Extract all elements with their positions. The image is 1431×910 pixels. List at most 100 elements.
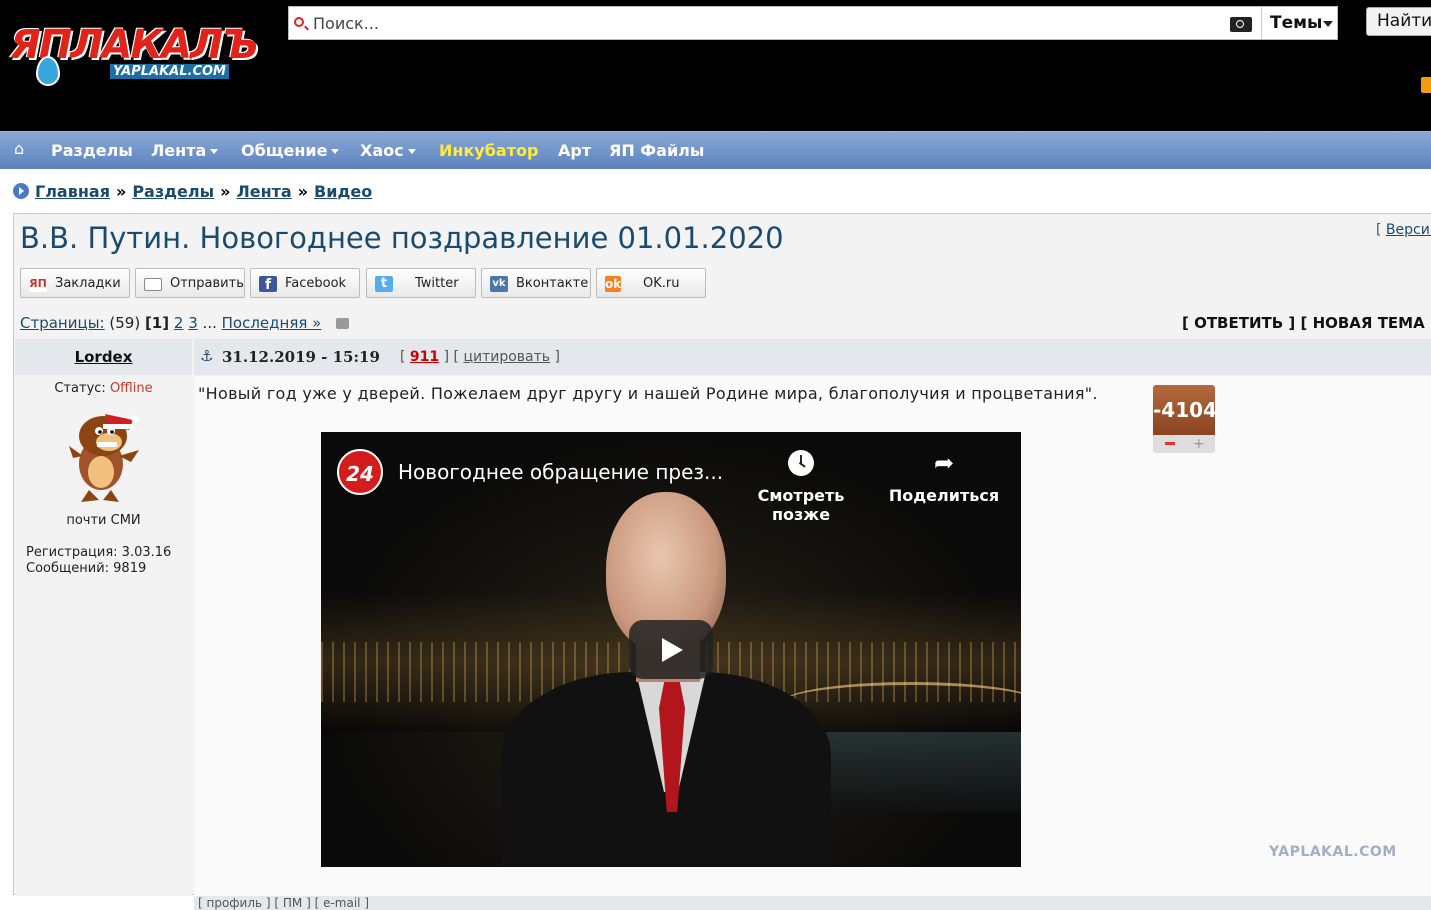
- watermark: YAPLAKAL.COM: [1269, 844, 1397, 860]
- rss-icon[interactable]: [1421, 77, 1431, 93]
- envelope-icon[interactable]: [336, 318, 350, 329]
- breadcrumb-sections[interactable]: Разделы: [132, 182, 214, 201]
- bracket: [: [400, 349, 406, 365]
- breadcrumb-separator: »: [297, 182, 309, 201]
- pages-label[interactable]: Страницы:: [20, 314, 105, 332]
- user-status: Статус: Offline: [15, 381, 192, 396]
- anchor-icon[interactable]: ⚓: [200, 347, 213, 365]
- vk-icon: vk: [490, 276, 508, 292]
- main-nav: ⌂ Разделы Лента Общение Хаос Инкубатор А…: [0, 131, 1431, 169]
- status-label: Статус:: [54, 381, 106, 396]
- share-label: Отправить: [170, 276, 244, 291]
- bookmarks-button[interactable]: ЯП Закладки: [20, 268, 130, 298]
- bracket: ] [: [443, 349, 459, 365]
- video-share-button[interactable]: ➦ Поделиться: [884, 450, 1004, 505]
- page-link-3[interactable]: 3: [188, 314, 198, 332]
- channel-logo[interactable]: 24: [337, 449, 383, 495]
- chevron-down-icon: [331, 149, 340, 154]
- current-page: [1]: [144, 314, 170, 332]
- share-label: Вконтакте: [516, 276, 589, 291]
- rating-minus-button[interactable]: [1165, 442, 1175, 445]
- version-link[interactable]: [ Версия: [1376, 222, 1431, 238]
- twitter-button[interactable]: t Twitter: [366, 268, 476, 298]
- pages-ellipsis: ...: [202, 314, 217, 332]
- watch-later-button[interactable]: Смотреть позже: [731, 450, 871, 524]
- share-arrow-icon: ➦: [933, 449, 955, 477]
- breadcrumb-video[interactable]: Видео: [314, 182, 372, 201]
- nav-item-label: Разделы: [51, 141, 133, 160]
- topics-select[interactable]: Темы: [1261, 7, 1339, 39]
- nav-item-chat[interactable]: Общение: [241, 141, 340, 160]
- vk-button[interactable]: vk Вконтакте: [481, 268, 591, 298]
- user-panel: Статус: Offline почти СМИ Регистрация: 3…: [15, 376, 192, 896]
- rating-widget: -4104 +: [1153, 385, 1217, 455]
- post-date: 31.12.2019 - 15:19: [222, 348, 380, 366]
- play-button[interactable]: [629, 620, 713, 679]
- nav-item-label: Арт: [558, 141, 592, 160]
- reply-new-topic-links[interactable]: [ ОТВЕТИТЬ ] [ НОВАЯ ТЕМА: [1182, 314, 1425, 332]
- nav-item-incubator[interactable]: Инкубатор: [439, 141, 538, 160]
- version-label: Версия: [1385, 222, 1431, 238]
- search-input[interactable]: [313, 11, 1213, 35]
- video-player[interactable]: 24 Новогоднее обращение през... Смотреть…: [321, 432, 1021, 867]
- nav-item-sections[interactable]: Разделы: [51, 141, 133, 160]
- nav-item-label: Хаос: [360, 141, 404, 160]
- logo-subtitle: YAPLAKAL.COM: [110, 64, 229, 79]
- quote-link[interactable]: цитировать: [463, 349, 550, 365]
- pages-count: (59): [109, 314, 141, 332]
- nav-item-feed[interactable]: Лента: [151, 141, 219, 160]
- nav-item-label: Общение: [241, 141, 328, 160]
- mail-icon: [144, 278, 162, 291]
- share-label: Facebook: [285, 276, 347, 291]
- clock-icon: [788, 450, 814, 476]
- rating-controls: +: [1153, 435, 1215, 453]
- breadcrumb-home[interactable]: Главная: [35, 182, 110, 201]
- nav-item-files[interactable]: ЯП Файлы: [609, 141, 704, 160]
- search-icon: [294, 17, 304, 27]
- ok-button[interactable]: ok OK.ru: [596, 268, 706, 298]
- chevron-down-icon: [210, 149, 219, 154]
- breadcrumb: Главная » Разделы » Лента » Видео: [13, 182, 372, 201]
- bracket: ]: [554, 349, 560, 365]
- find-button[interactable]: Найти: [1366, 7, 1431, 36]
- nav-item-label: Инкубатор: [439, 141, 539, 160]
- status-value: Offline: [109, 381, 153, 396]
- send-button[interactable]: Отправить: [135, 268, 245, 298]
- avatar[interactable]: [59, 406, 149, 506]
- search-box: Темы: [288, 6, 1338, 40]
- page-title: В.В. Путин. Новогоднее поздравление 01.0…: [20, 221, 784, 255]
- post-footer-links[interactable]: [ профиль ] [ ПМ ] [ e-mail ]: [194, 896, 1431, 910]
- last-page-link[interactable]: Последняя »: [222, 314, 322, 332]
- site-logo[interactable]: ЯПЛАКАЛЪ YAPLAKAL.COM: [10, 22, 270, 90]
- rating-plus-button[interactable]: +: [1193, 437, 1205, 451]
- video-title[interactable]: Новогоднее обращение през...: [398, 460, 723, 484]
- post-number-link[interactable]: 911: [410, 349, 439, 365]
- nav-item-label: ЯП Файлы: [609, 141, 705, 160]
- topics-label: Темы: [1270, 13, 1323, 33]
- post-header: ⚓ 31.12.2019 - 15:19 [ 911 ] [ цитироват…: [194, 339, 1431, 375]
- play-circle-icon: [13, 183, 29, 199]
- twitter-icon: t: [375, 276, 393, 292]
- version-bracket: [: [1376, 222, 1382, 238]
- messages-count: Сообщений: 9819: [26, 561, 147, 576]
- facebook-button[interactable]: f Facebook: [250, 268, 360, 298]
- post-meta: [ 911 ] [ цитировать ]: [400, 349, 560, 365]
- post-text: "Новый год уже у дверей. Пожелаем друг д…: [198, 384, 1098, 403]
- breadcrumb-feed[interactable]: Лента: [236, 182, 291, 201]
- pagination: Страницы: (59) [1] 2 3 ... Последняя »: [20, 314, 350, 332]
- nav-item-chaos[interactable]: Хаос: [360, 141, 416, 160]
- chevron-down-icon: [407, 149, 416, 154]
- user-title: почти СМИ: [66, 513, 141, 528]
- share-label: Закладки: [55, 276, 121, 291]
- logo-drop-icon: [36, 56, 60, 86]
- share-label: Twitter: [415, 276, 459, 291]
- home-icon[interactable]: ⌂: [14, 141, 30, 157]
- post-author[interactable]: Lordex: [15, 348, 192, 366]
- user-stats: Регистрация: 3.03.16 Сообщений: 9819: [26, 545, 171, 577]
- page-link-2[interactable]: 2: [174, 314, 184, 332]
- site-header: ЯПЛАКАЛЪ YAPLAKAL.COM Темы Найти: [0, 0, 1431, 131]
- chevron-down-icon: [1323, 21, 1333, 27]
- registration-date: Регистрация: 3.03.16: [26, 545, 172, 560]
- nav-item-art[interactable]: Арт: [558, 141, 591, 160]
- camera-icon[interactable]: [1230, 17, 1252, 32]
